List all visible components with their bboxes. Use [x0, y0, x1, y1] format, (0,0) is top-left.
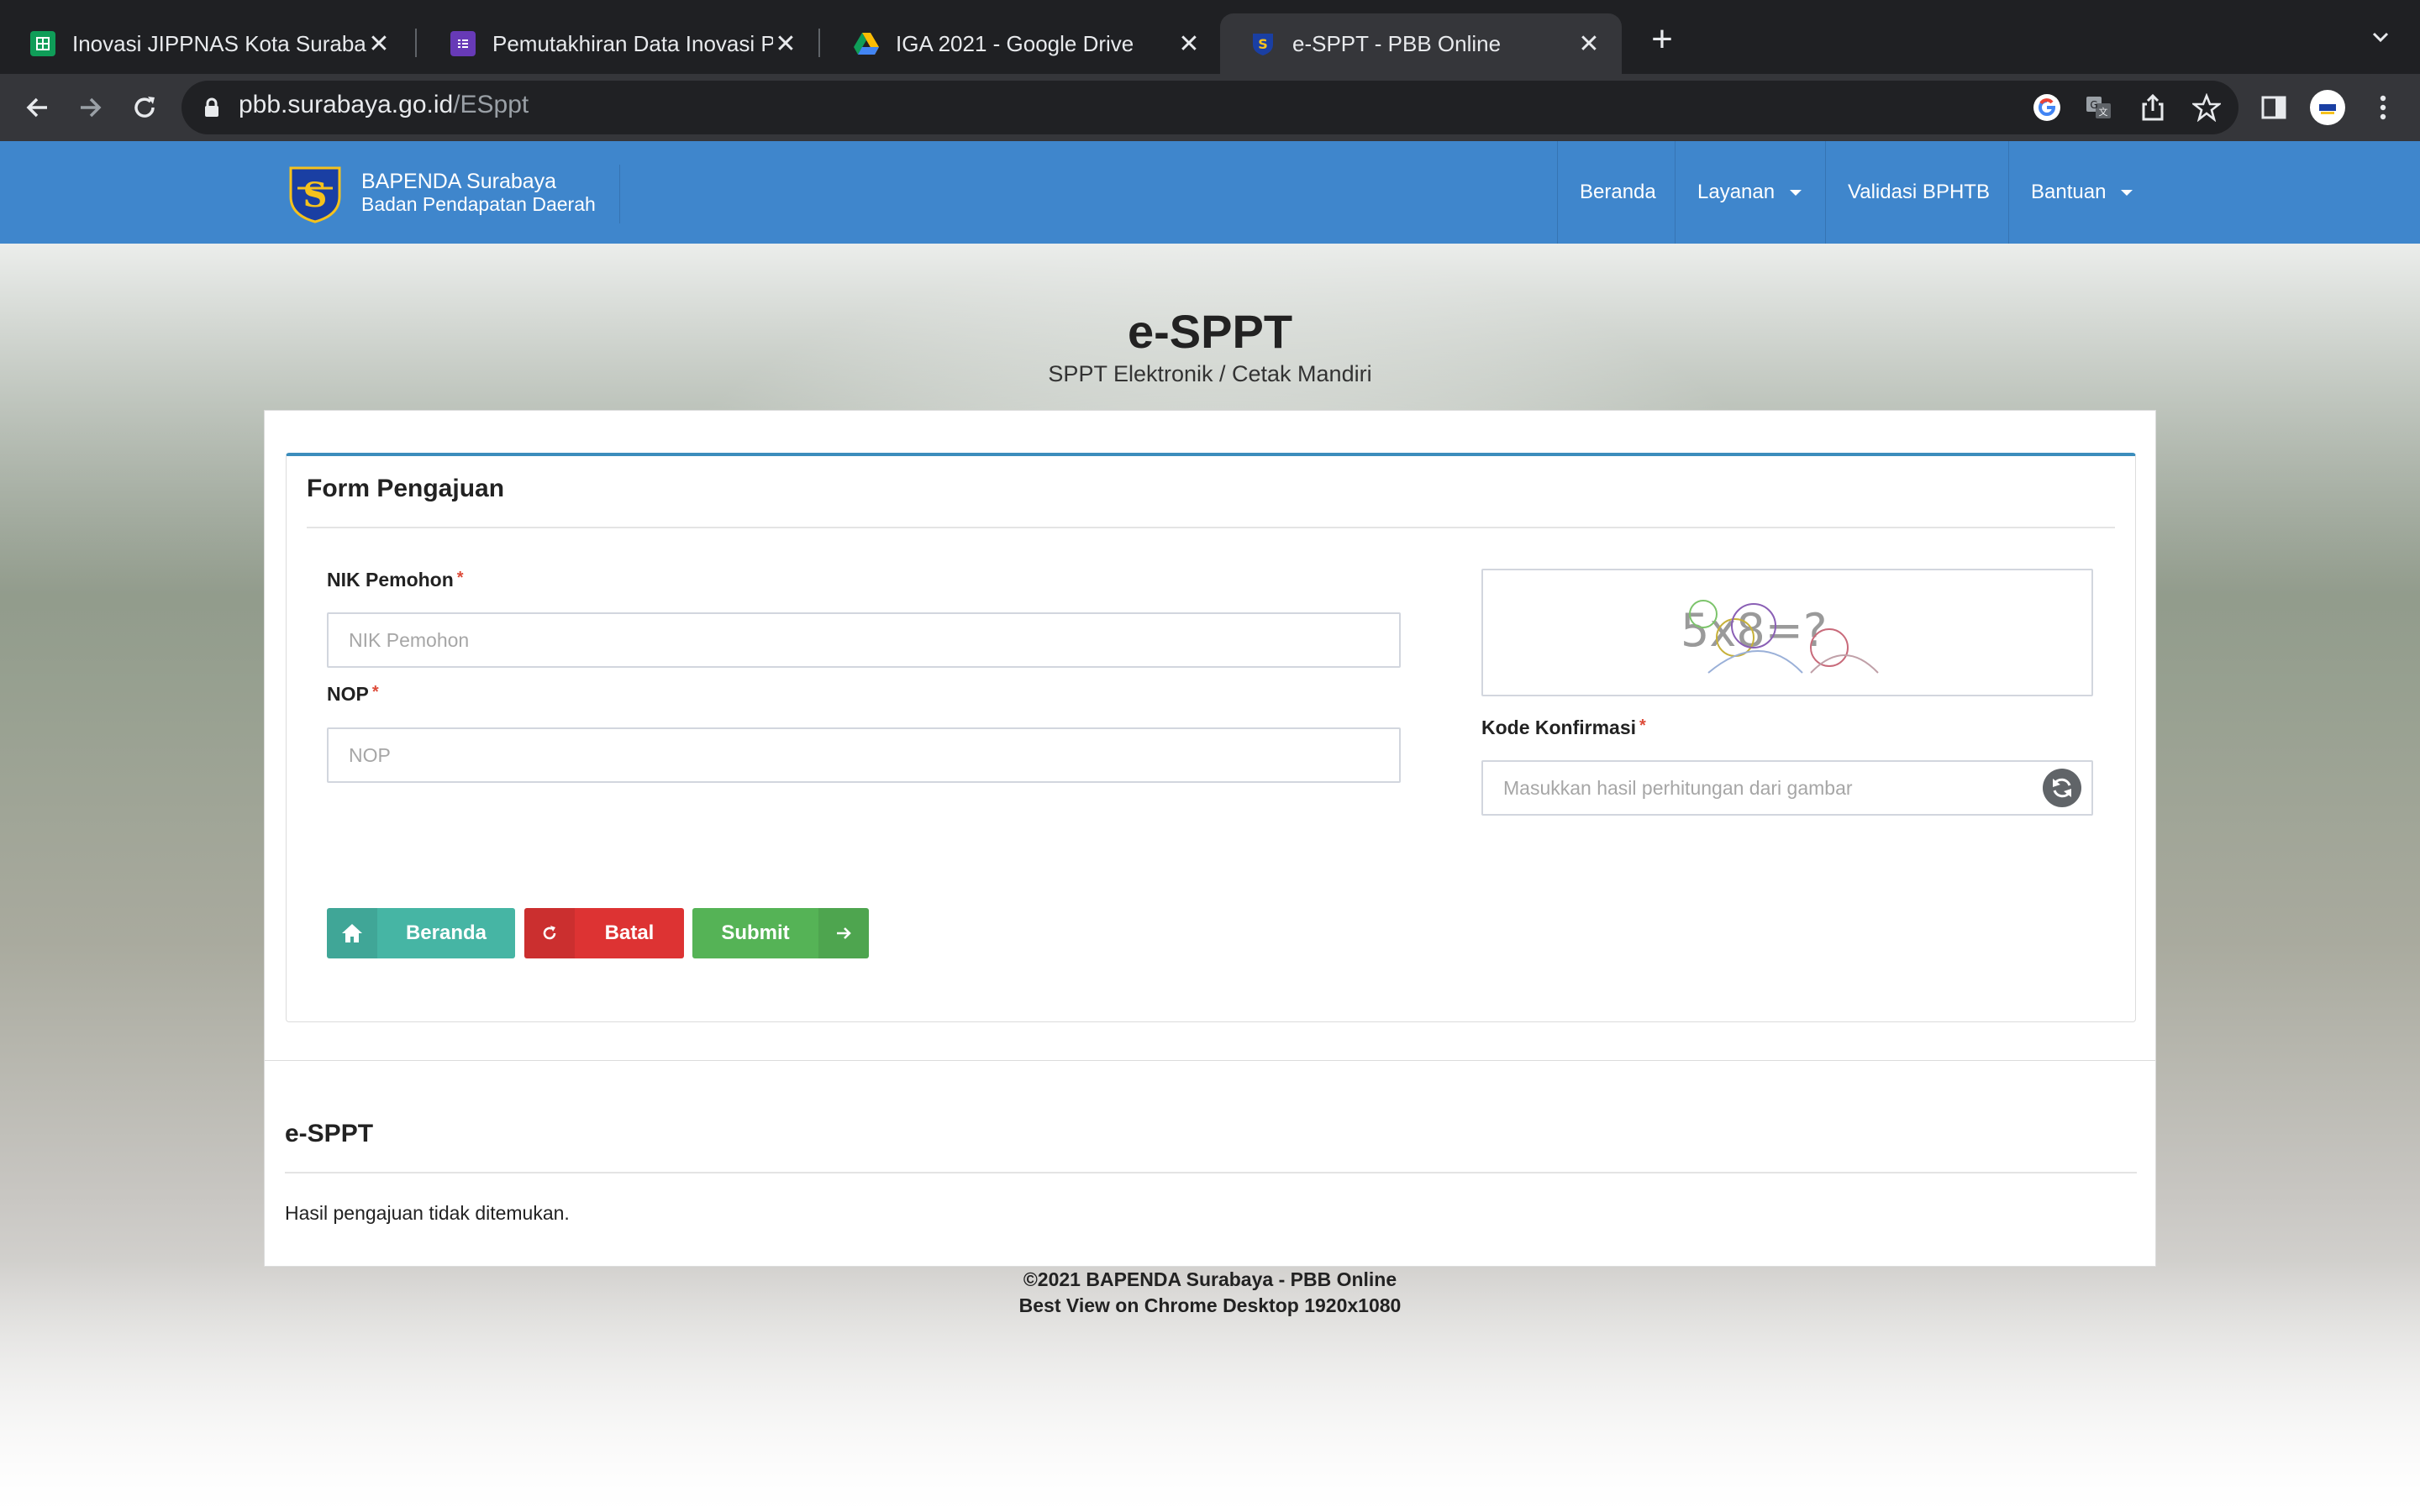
refresh-captcha-icon[interactable]: [2043, 769, 2081, 807]
google-lens-icon[interactable]: [2030, 91, 2064, 124]
brand-title: BAPENDA Surabaya: [361, 170, 557, 193]
site-navbar: S BAPENDA Surabaya Badan Pendapatan Daer…: [0, 141, 2420, 244]
bookmark-star-icon[interactable]: [2190, 91, 2223, 124]
nav-item-bantuan[interactable]: Bantuan: [2008, 141, 2154, 244]
home-button[interactable]: Beranda: [327, 908, 515, 958]
page-title: e-SPPT: [1127, 305, 1293, 358]
browser-toolbar: pbb.surabaya.go.id/ESppt G文: [0, 74, 2420, 141]
google-sheets-icon: [30, 31, 55, 56]
captcha-text: 5x8=?: [1681, 604, 1828, 657]
nop-label: NOP *: [327, 683, 379, 705]
form-panel: Form Pengajuan NIK Pemohon* NOP* 5x8=? K…: [286, 453, 2136, 1022]
button-label: Beranda: [405, 921, 487, 944]
browser-tab-forms[interactable]: Pemutakhiran Data Inovasi Pelayanan ✕: [420, 13, 818, 74]
nav-label: Bantuan: [2031, 181, 2107, 203]
google-drive-icon: [854, 31, 879, 56]
nop-input[interactable]: [327, 727, 1401, 783]
results-message: Hasil pengajuan tidak ditemukan.: [285, 1202, 570, 1224]
nav-item-layanan[interactable]: Layanan: [1675, 141, 1823, 244]
close-tab-icon[interactable]: ✕: [366, 29, 392, 59]
browser-tab-strip: Inovasi JIPPNAS Kota Surabaya ✕ Pemutakh…: [0, 0, 2420, 74]
close-tab-icon[interactable]: ✕: [773, 29, 798, 59]
brand-subtitle: Badan Pendapatan Daerah: [361, 193, 596, 215]
new-tab-button[interactable]: +: [1643, 20, 1681, 59]
svg-text:G: G: [2090, 99, 2097, 111]
svg-text:S: S: [303, 176, 328, 215]
caret-down-icon: [1790, 189, 1802, 196]
web-page: S BAPENDA Surabaya Badan Pendapatan Daer…: [0, 141, 2420, 1512]
kebab-menu-icon[interactable]: [2366, 91, 2400, 124]
results-title: e-SPPT: [285, 1120, 374, 1147]
nav-label: Layanan: [1697, 181, 1776, 203]
results-card: e-SPPT Hasil pengajuan tidak ditemukan.: [264, 1060, 2156, 1267]
button-label: Batal: [604, 921, 655, 944]
nav-label: Beranda: [1580, 181, 1656, 203]
url-host: pbb.surabaya.go.id: [239, 91, 454, 118]
share-icon[interactable]: [2136, 91, 2170, 124]
google-forms-icon: [450, 31, 476, 56]
browser-tab-drive[interactable]: IGA 2021 - Google Drive ✕: [823, 13, 1222, 74]
button-label: Submit: [721, 921, 790, 944]
required-asterisk: *: [456, 569, 464, 587]
required-asterisk: *: [1639, 717, 1646, 735]
nav-item-validasi-bphtb[interactable]: Validasi BPHTB: [1825, 141, 2012, 244]
footer-copyright: ©2021 BAPENDA Surabaya - PBB Online: [1023, 1268, 1397, 1290]
form-title: Form Pengajuan: [307, 475, 505, 502]
back-arrow-icon[interactable]: [17, 87, 57, 128]
tab-title: IGA 2021 - Google Drive: [896, 30, 1134, 56]
nik-label: NIK Pemohon *: [327, 569, 464, 591]
close-tab-icon[interactable]: ✕: [1176, 29, 1202, 59]
tab-title: Pemutakhiran Data Inovasi Pelayanan: [492, 30, 773, 56]
refresh-icon: [524, 908, 575, 958]
surabaya-emblem-logo: S: [286, 165, 345, 223]
nav-label: Validasi BPHTB: [1848, 181, 1990, 203]
tab-title: Inovasi JIPPNAS Kota Surabaya: [72, 30, 366, 56]
lock-icon[interactable]: [203, 97, 220, 118]
tab-divider: [415, 29, 417, 57]
translate-icon[interactable]: G文: [2082, 91, 2116, 124]
footer-best-view: Best View on Chrome Desktop 1920x1080: [1018, 1294, 1402, 1316]
captcha-label: Kode Konfirmasi *: [1481, 717, 1646, 738]
submit-button[interactable]: Submit: [692, 908, 869, 958]
home-icon: [327, 908, 377, 958]
side-panel-icon[interactable]: [2257, 91, 2291, 124]
close-tab-icon[interactable]: ✕: [1576, 29, 1602, 59]
nav-item-beranda[interactable]: Beranda: [1557, 141, 1678, 244]
page-subtitle: SPPT Elektronik / Cetak Mandiri: [1048, 361, 1372, 386]
svg-text:S: S: [1258, 36, 1268, 52]
arrow-right-icon: [818, 908, 869, 958]
divider: [285, 1172, 2137, 1173]
caret-down-icon: [2121, 189, 2133, 196]
site-brand[interactable]: S BAPENDA Surabaya Badan Pendapatan Daer…: [286, 165, 620, 223]
captcha-image: 5x8=?: [1481, 569, 2093, 696]
profile-avatar[interactable]: [2309, 90, 2345, 125]
url-path: /ESppt: [453, 91, 529, 118]
tab-title: e-SPPT - PBB Online: [1292, 30, 1502, 56]
required-asterisk: *: [371, 683, 379, 701]
tab-divider: [818, 29, 820, 57]
browser-tab-sheets[interactable]: Inovasi JIPPNAS Kota Surabaya ✕: [0, 13, 412, 74]
tab-search-chevron-icon[interactable]: [2365, 25, 2396, 55]
reload-icon[interactable]: [124, 87, 165, 128]
url-text[interactable]: pbb.surabaya.go.id/ESppt: [239, 91, 529, 119]
nik-input[interactable]: [327, 612, 1401, 668]
captcha-input[interactable]: [1481, 760, 2093, 816]
browser-tab-esppt[interactable]: S e-SPPT - PBB Online ✕: [1220, 13, 1622, 74]
divider: [307, 527, 2115, 528]
svg-text:文: 文: [2099, 106, 2108, 118]
forward-arrow-icon[interactable]: [71, 87, 111, 128]
cancel-button[interactable]: Batal: [524, 908, 684, 958]
surabaya-emblem-icon: S: [1250, 31, 1276, 56]
